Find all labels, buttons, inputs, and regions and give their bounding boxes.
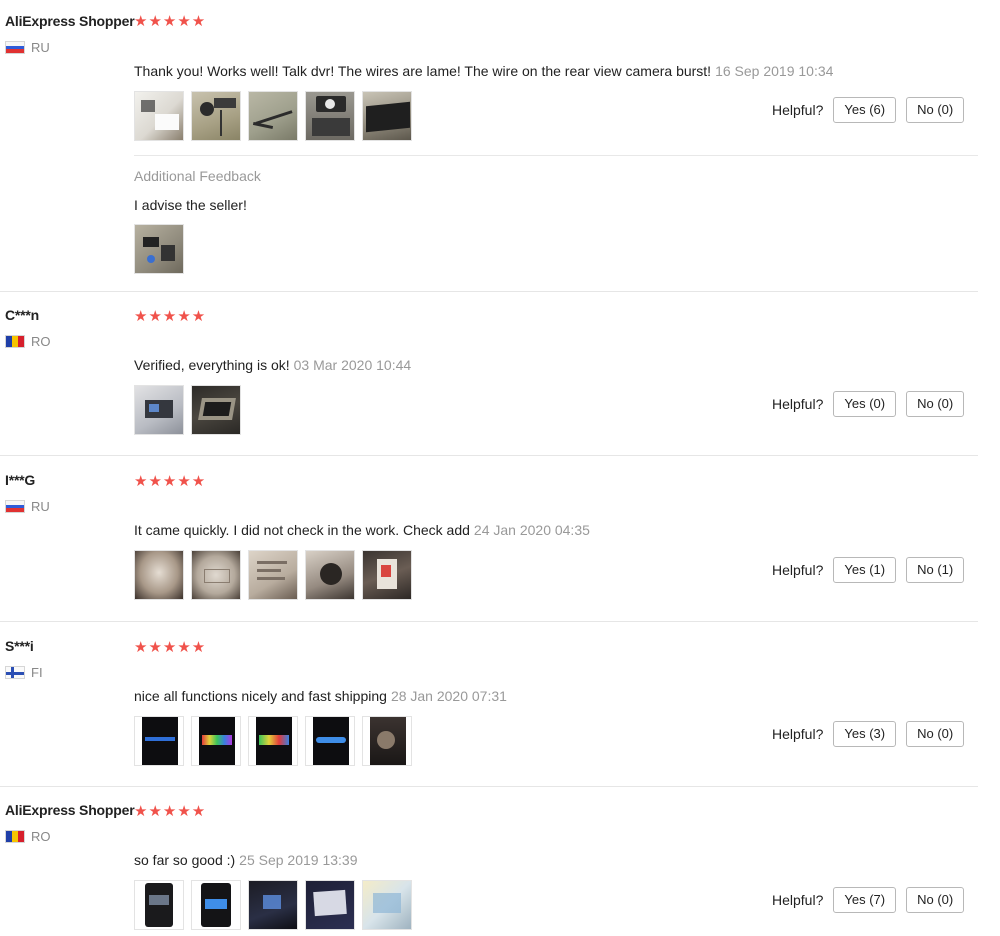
- reviewer-country: RU: [5, 499, 50, 514]
- review-text: so far so good :) 25 Sep 2019 13:39: [134, 852, 358, 868]
- review-photos: [134, 385, 241, 435]
- review-date: 24 Jan 2020 04:35: [473, 522, 590, 538]
- additional-feedback-title: Additional Feedback: [134, 168, 261, 184]
- helpful-voting: Helpful? Yes (7) No (0): [772, 887, 965, 913]
- review-date: 03 Mar 2020 10:44: [293, 357, 412, 373]
- reviewer-name: AliExpress Shopper: [5, 802, 135, 818]
- review-photos: [134, 716, 412, 766]
- review-photo-thumbnail[interactable]: [191, 385, 241, 435]
- review-divider: [0, 786, 978, 787]
- helpful-voting: Helpful? Yes (1) No (1): [772, 557, 965, 583]
- review-photo-thumbnail[interactable]: [248, 716, 298, 766]
- review-photo-thumbnail[interactable]: [134, 716, 184, 766]
- reviewer-country: RU: [5, 40, 50, 55]
- review-photo-thumbnail[interactable]: [248, 880, 298, 930]
- reviewer-country: RO: [5, 829, 51, 844]
- review-photo-thumbnail[interactable]: [305, 91, 355, 141]
- review-photo-thumbnail[interactable]: [305, 550, 355, 600]
- review-text-body: Thank you! Works well! Talk dvr! The wir…: [134, 63, 712, 79]
- helpful-voting: Helpful? Yes (3) No (0): [772, 721, 965, 747]
- review-photos: [134, 91, 412, 141]
- helpful-no-button[interactable]: No (0): [906, 887, 965, 913]
- flag-ro-icon: [5, 335, 25, 348]
- reviewer-name: AliExpress Shopper: [5, 13, 135, 29]
- flag-ru-icon: [5, 41, 25, 54]
- star-rating: ★★★★★: [134, 473, 207, 490]
- review-photos: [134, 880, 412, 930]
- helpful-yes-button[interactable]: Yes (6): [833, 97, 897, 123]
- review-text: Verified, everything is ok! 03 Mar 2020 1…: [134, 357, 411, 373]
- review-photo-thumbnail[interactable]: [362, 91, 412, 141]
- review-photo-thumbnail[interactable]: [191, 716, 241, 766]
- review-date: 25 Sep 2019 13:39: [239, 852, 358, 868]
- helpful-yes-button[interactable]: Yes (3): [833, 721, 897, 747]
- country-code: RO: [31, 829, 51, 844]
- helpful-no-button[interactable]: No (0): [906, 97, 965, 123]
- reviewer-name: C***n: [5, 307, 40, 323]
- review-photo-thumbnail[interactable]: [134, 91, 184, 141]
- review-photo-thumbnail[interactable]: [191, 550, 241, 600]
- helpful-no-button[interactable]: No (0): [906, 391, 965, 417]
- review-photo-thumbnail[interactable]: [305, 880, 355, 930]
- review-text-body: so far so good :): [134, 852, 236, 868]
- reviewer-country: RO: [5, 334, 51, 349]
- helpful-no-button[interactable]: No (0): [906, 721, 965, 747]
- country-code: RO: [31, 334, 51, 349]
- additional-feedback-divider: [134, 155, 978, 156]
- flag-fi-icon: [5, 666, 25, 679]
- helpful-label: Helpful?: [772, 562, 824, 578]
- additional-feedback-text: I advise the seller!: [134, 197, 247, 213]
- helpful-voting: Helpful? Yes (0) No (0): [772, 391, 965, 417]
- star-rating: ★★★★★: [134, 639, 207, 656]
- review-text-body: It came quickly. I did not check in the …: [134, 522, 470, 538]
- review-photos: [134, 550, 412, 600]
- review-photo-thumbnail[interactable]: [362, 550, 412, 600]
- review-photo-thumbnail[interactable]: [248, 550, 298, 600]
- review-text: nice all functions nicely and fast shipp…: [134, 688, 507, 704]
- additional-feedback-photos: [134, 224, 184, 274]
- review-photo-thumbnail[interactable]: [134, 550, 184, 600]
- review-photo-thumbnail[interactable]: [248, 91, 298, 141]
- review-divider: [0, 291, 978, 292]
- country-code: FI: [31, 665, 43, 680]
- helpful-label: Helpful?: [772, 102, 824, 118]
- flag-ro-icon: [5, 830, 25, 843]
- star-rating: ★★★★★: [134, 803, 207, 820]
- helpful-yes-button[interactable]: Yes (1): [833, 557, 897, 583]
- review-photo-thumbnail[interactable]: [134, 880, 184, 930]
- flag-ru-icon: [5, 500, 25, 513]
- star-rating: ★★★★★: [134, 13, 207, 30]
- review-photo-thumbnail[interactable]: [362, 716, 412, 766]
- review-date: 16 Sep 2019 10:34: [715, 63, 834, 79]
- review-photo-thumbnail[interactable]: [191, 91, 241, 141]
- helpful-label: Helpful?: [772, 396, 824, 412]
- helpful-label: Helpful?: [772, 726, 824, 742]
- country-code: RU: [31, 40, 50, 55]
- helpful-yes-button[interactable]: Yes (7): [833, 887, 897, 913]
- review-divider: [0, 455, 978, 456]
- review-divider: [0, 621, 978, 622]
- review-text-body: nice all functions nicely and fast shipp…: [134, 688, 387, 704]
- review-text-body: Verified, everything is ok!: [134, 357, 290, 373]
- reviewer-name: S***i: [5, 638, 34, 654]
- helpful-yes-button[interactable]: Yes (0): [833, 391, 897, 417]
- country-code: RU: [31, 499, 50, 514]
- review-photo-thumbnail[interactable]: [191, 880, 241, 930]
- review-text: Thank you! Works well! Talk dvr! The wir…: [134, 63, 833, 79]
- review-photo-thumbnail[interactable]: [305, 716, 355, 766]
- review-date: 28 Jan 2020 07:31: [390, 688, 507, 704]
- reviewer-name: I***G: [5, 472, 36, 488]
- helpful-no-button[interactable]: No (1): [906, 557, 965, 583]
- review-photo-thumbnail[interactable]: [134, 224, 184, 274]
- reviewer-country: FI: [5, 665, 43, 680]
- helpful-label: Helpful?: [772, 892, 824, 908]
- star-rating: ★★★★★: [134, 308, 207, 325]
- review-text: It came quickly. I did not check in the …: [134, 522, 590, 538]
- review-photo-thumbnail[interactable]: [134, 385, 184, 435]
- review-photo-thumbnail[interactable]: [362, 880, 412, 930]
- helpful-voting: Helpful? Yes (6) No (0): [772, 97, 965, 123]
